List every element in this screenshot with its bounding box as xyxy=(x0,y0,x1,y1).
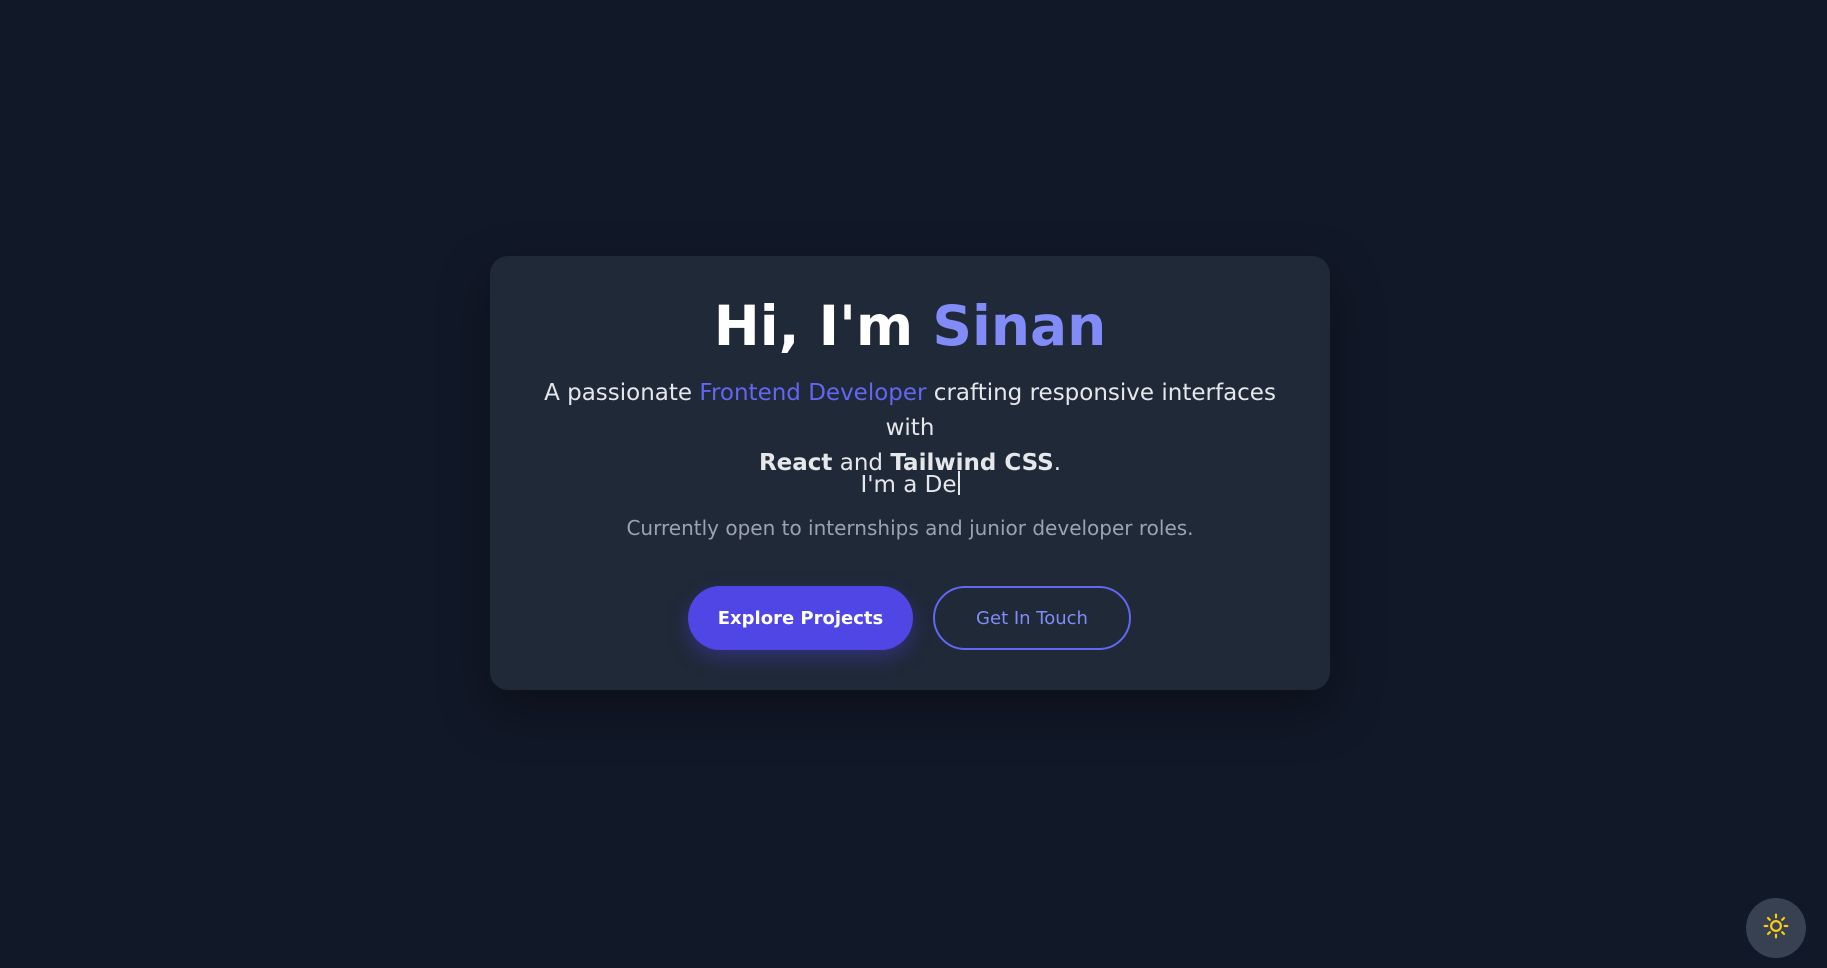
tagline-prefix: A passionate xyxy=(544,380,700,406)
tagline-middle: crafting responsive interfaces with xyxy=(885,380,1276,441)
hero-greeting: Hi, I'm xyxy=(713,294,933,358)
tagline-role: Frontend Developer xyxy=(699,380,927,406)
sun-icon xyxy=(1763,913,1789,943)
page: Hi, I'm Sinan A passionate Frontend Deve… xyxy=(0,0,1827,968)
typing-cursor xyxy=(957,471,960,495)
hero-card: Hi, I'm Sinan A passionate Frontend Deve… xyxy=(490,256,1330,690)
hero-actions: Explore Projects Get In Touch xyxy=(490,586,1330,650)
hero-title: Hi, I'm Sinan xyxy=(490,294,1330,358)
hero-name: Sinan xyxy=(932,294,1107,358)
explore-projects-button[interactable]: Explore Projects xyxy=(688,586,913,650)
get-in-touch-button[interactable]: Get In Touch xyxy=(933,586,1131,650)
availability-status: Currently open to internships and junior… xyxy=(626,516,1194,540)
typing-text-value: I'm a De xyxy=(860,472,957,498)
theme-toggle-button[interactable] xyxy=(1746,898,1806,958)
hero-tagline: A passionate Frontend Developer crafting… xyxy=(520,376,1300,481)
typing-text: I'm a De xyxy=(490,470,1330,500)
